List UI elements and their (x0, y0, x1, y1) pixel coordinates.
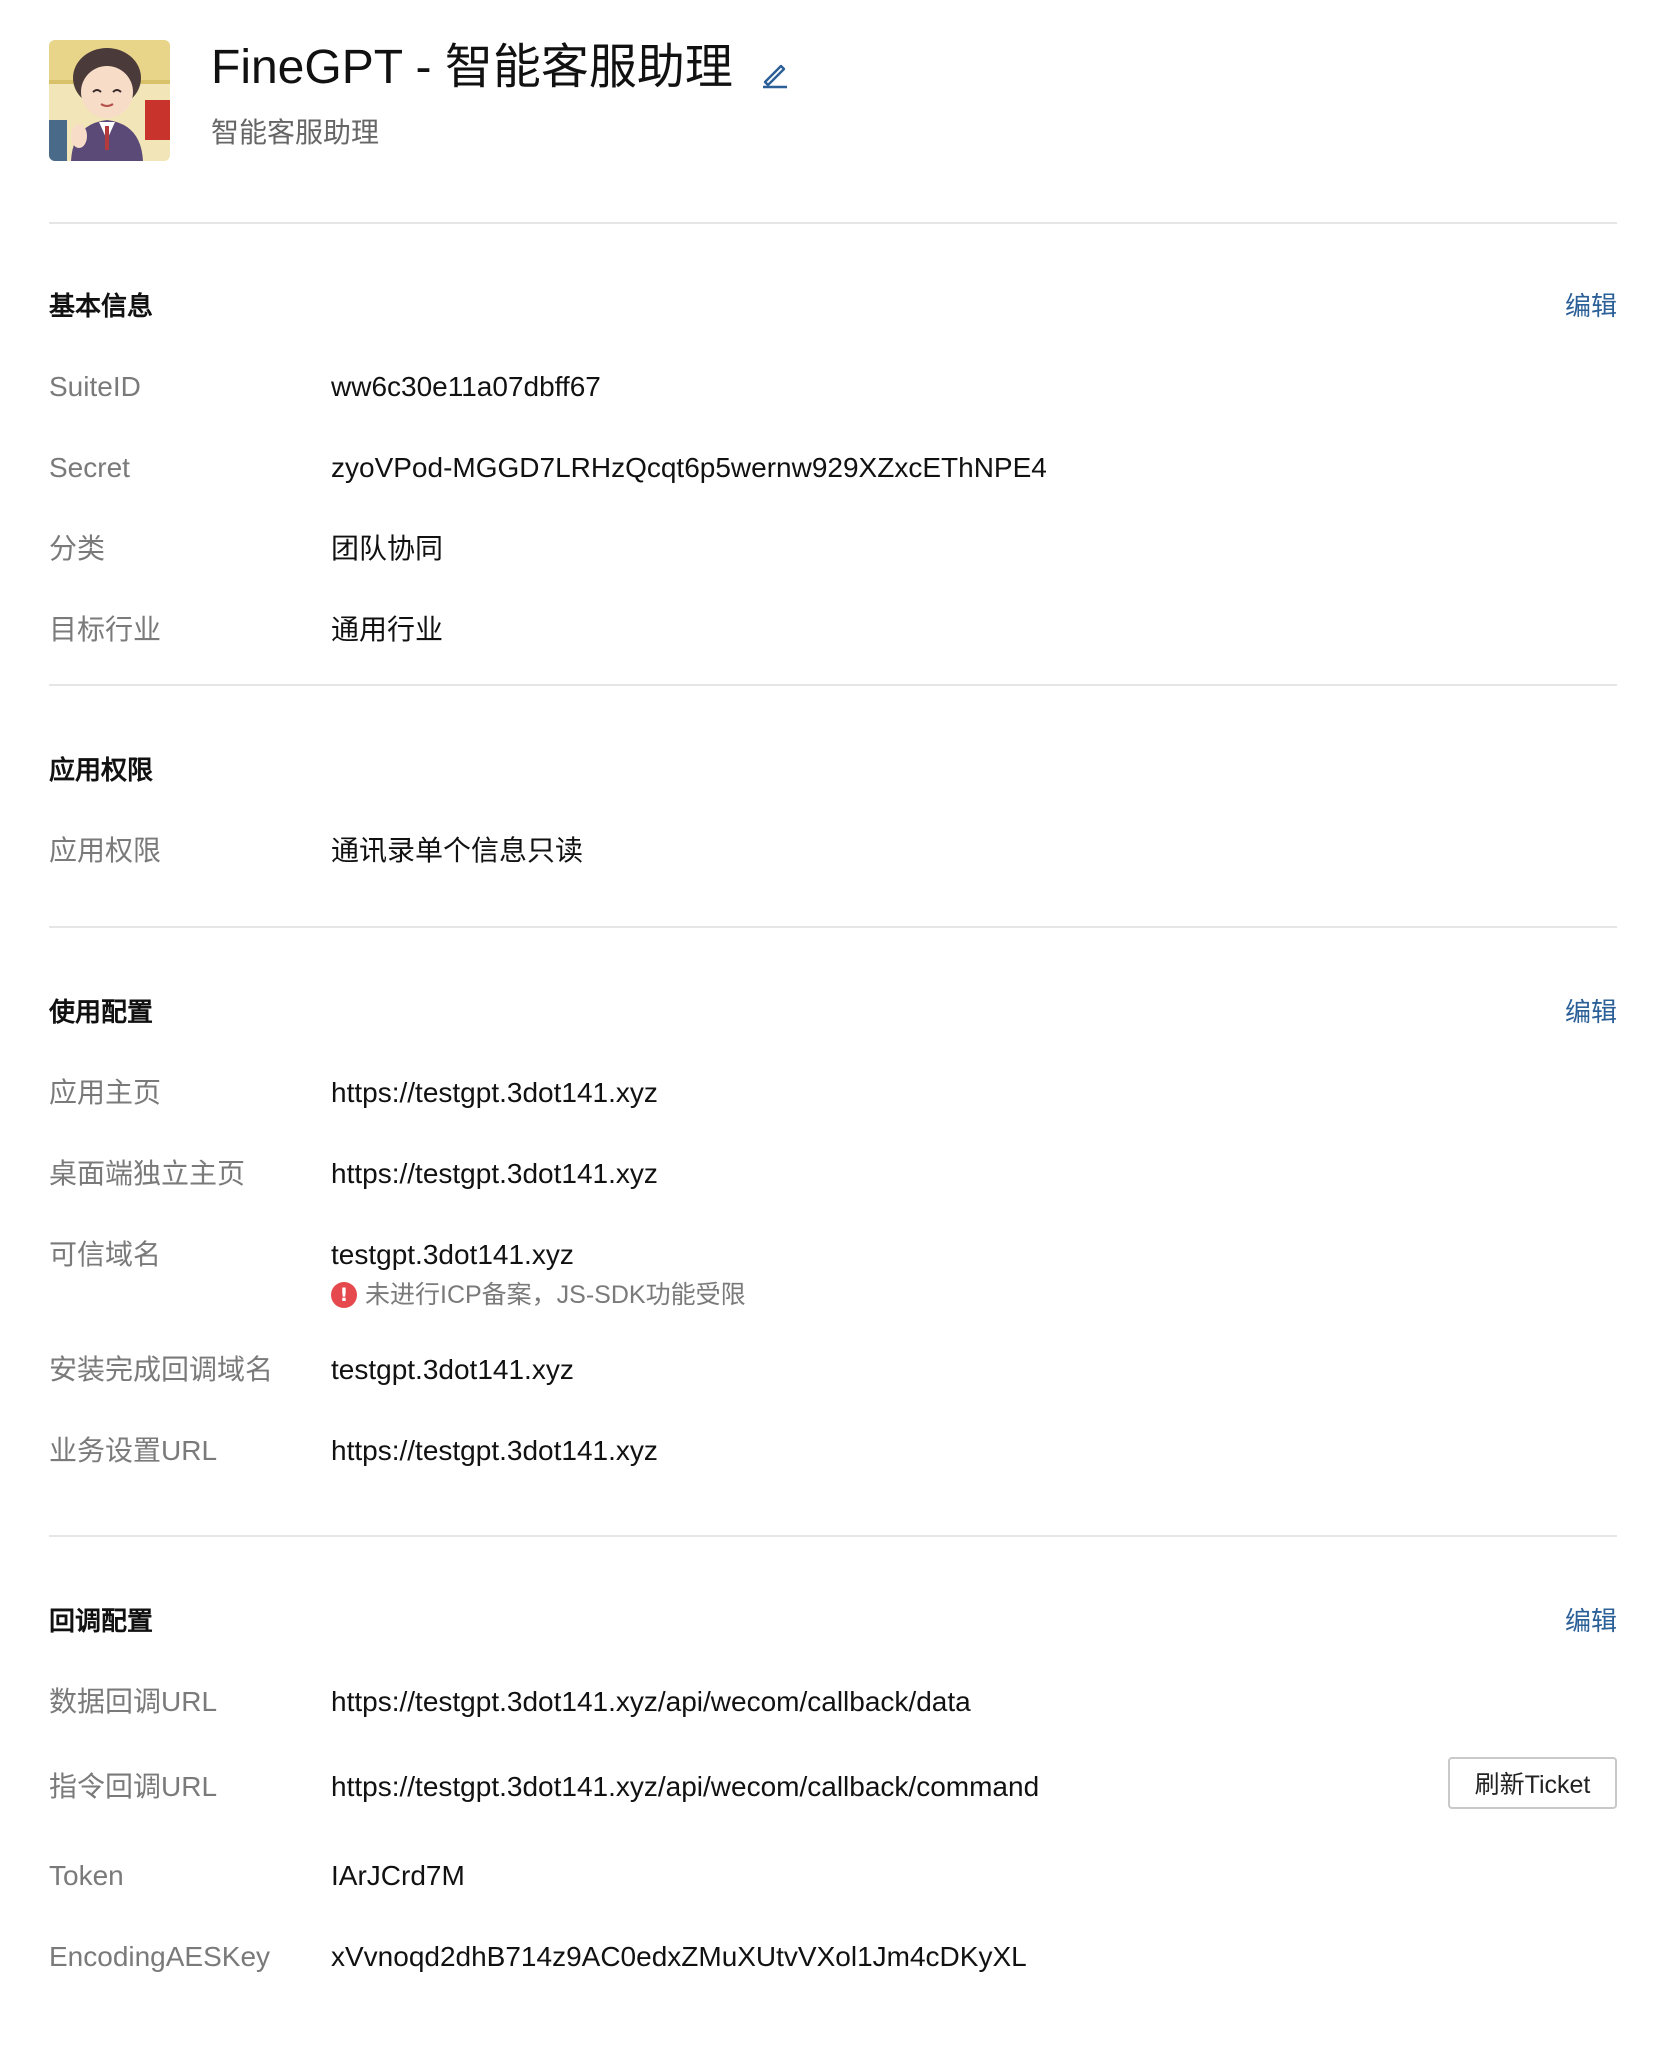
edit-basic-info-button[interactable]: 编辑 (1565, 286, 1617, 326)
app-subtitle: 智能客服助理 (211, 117, 380, 148)
row-trusted-domain: 可信域名 testgpt.3dot141.xyz ! 未进行ICP备案，JS-S… (49, 1235, 1617, 1313)
row-data-callback-url: 数据回调URL https://testgpt.3dot141.xyz/api/… (49, 1682, 1617, 1722)
row-label: 目标行业 (49, 614, 162, 645)
row-label: 业务设置URL (49, 1435, 218, 1466)
row-value: ww6c30e11a07dbff67 (331, 371, 601, 402)
row-app-permission: 应用权限 通讯录单个信息只读 (49, 831, 1617, 871)
row-value: zyoVPod-MGGD7LRHzQcqt6p5wernw929XZxcEThN… (331, 452, 1047, 483)
row-value: https://testgpt.3dot141.xyz/api/wecom/ca… (331, 1686, 971, 1717)
row-command-callback-url: 指令回调URL https://testgpt.3dot141.xyz/api/… (49, 1757, 1617, 1809)
app-title: FineGPT - 智能客服助理 (211, 41, 733, 94)
app-title-row: FineGPT - 智能客服助理 (211, 38, 791, 98)
row-target-industry: 目标行业 通用行业 (49, 610, 1617, 650)
row-value: https://testgpt.3dot141.xyz (331, 1435, 658, 1466)
row-category: 分类 团队协同 (49, 529, 1617, 569)
row-value: 团队协同 (331, 533, 444, 564)
row-encoding-aes-key: EncodingAESKey xVvnoqd2dhB714z9AC0edxZMu… (49, 1937, 1617, 1977)
row-value: https://testgpt.3dot141.xyz (331, 1158, 658, 1189)
row-label: Token (49, 1860, 124, 1891)
row-label: 分类 (49, 533, 106, 564)
section-title: 应用权限 (49, 755, 154, 785)
row-label: 应用主页 (49, 1077, 162, 1108)
app-detail-page: FineGPT - 智能客服助理 智能客服助理 基本信息 编辑 SuiteID … (49, 0, 1617, 1977)
row-label: 应用权限 (49, 835, 162, 866)
section-header: 应用权限 (49, 750, 1617, 790)
row-label: 数据回调URL (49, 1686, 218, 1717)
row-label: 安装完成回调域名 (49, 1354, 274, 1385)
section-permissions: 应用权限 应用权限 通讯录单个信息只读 (49, 686, 1617, 928)
row-secret: Secret zyoVPod-MGGD7LRHzQcqt6p5wernw929X… (49, 448, 1617, 488)
row-value: 通用行业 (331, 614, 444, 645)
row-label: 桌面端独立主页 (49, 1158, 246, 1189)
row-value: xVvnoqd2dhB714z9AC0edxZMuXUtvVXol1Jm4cDK… (331, 1941, 1027, 1972)
refresh-ticket-button[interactable]: 刷新Ticket (1448, 1757, 1617, 1809)
app-header: FineGPT - 智能客服助理 智能客服助理 (49, 0, 1617, 224)
row-label: 指令回调URL (49, 1771, 218, 1802)
row-install-callback-domain: 安装完成回调域名 testgpt.3dot141.xyz (49, 1350, 1617, 1390)
pencil-icon[interactable] (759, 57, 791, 89)
section-usage-config: 使用配置 编辑 应用主页 https://testgpt.3dot141.xyz… (49, 928, 1617, 1537)
row-suite-id: SuiteID ww6c30e11a07dbff67 (49, 367, 1617, 407)
row-label: 可信域名 (49, 1239, 162, 1270)
row-value: https://testgpt.3dot141.xyz/api/wecom/ca… (331, 1771, 1040, 1802)
row-label: Secret (49, 452, 130, 483)
row-value: testgpt.3dot141.xyz (331, 1354, 574, 1385)
exclamation-circle-icon: ! (331, 1282, 357, 1308)
warning-text: 未进行ICP备案，JS-SDK功能受限 (365, 1281, 746, 1309)
row-token: Token IArJCrd7M (49, 1856, 1617, 1896)
section-callback-config: 回调配置 编辑 数据回调URL https://testgpt.3dot141.… (49, 1537, 1617, 1977)
avatar-illustration (49, 40, 170, 161)
section-header: 基本信息 编辑 (49, 286, 1617, 326)
row-desktop-homepage: 桌面端独立主页 https://testgpt.3dot141.xyz (49, 1154, 1617, 1194)
section-title: 基本信息 (49, 291, 154, 321)
row-value: testgpt.3dot141.xyz (331, 1239, 574, 1270)
section-basic-info: 基本信息 编辑 SuiteID ww6c30e11a07dbff67 Secre… (49, 224, 1617, 686)
row-value: IArJCrd7M (331, 1860, 465, 1891)
trusted-domain-value-group: testgpt.3dot141.xyz ! 未进行ICP备案，JS-SDK功能受… (331, 1235, 746, 1313)
row-app-homepage: 应用主页 https://testgpt.3dot141.xyz (49, 1073, 1617, 1113)
row-business-settings-url: 业务设置URL https://testgpt.3dot141.xyz (49, 1431, 1617, 1471)
row-value: 通讯录单个信息只读 (331, 835, 584, 866)
section-header: 回调配置 编辑 (49, 1601, 1617, 1641)
edit-usage-config-button[interactable]: 编辑 (1565, 992, 1617, 1032)
section-title: 回调配置 (49, 1606, 154, 1636)
section-title: 使用配置 (49, 997, 154, 1027)
section-header: 使用配置 编辑 (49, 992, 1617, 1032)
row-label: SuiteID (49, 371, 141, 402)
row-value: https://testgpt.3dot141.xyz (331, 1077, 658, 1108)
edit-callback-config-button[interactable]: 编辑 (1565, 1601, 1617, 1641)
icp-warning: ! 未进行ICP备案，JS-SDK功能受限 (331, 1277, 746, 1313)
app-avatar[interactable] (49, 40, 170, 161)
row-label: EncodingAESKey (49, 1941, 271, 1972)
